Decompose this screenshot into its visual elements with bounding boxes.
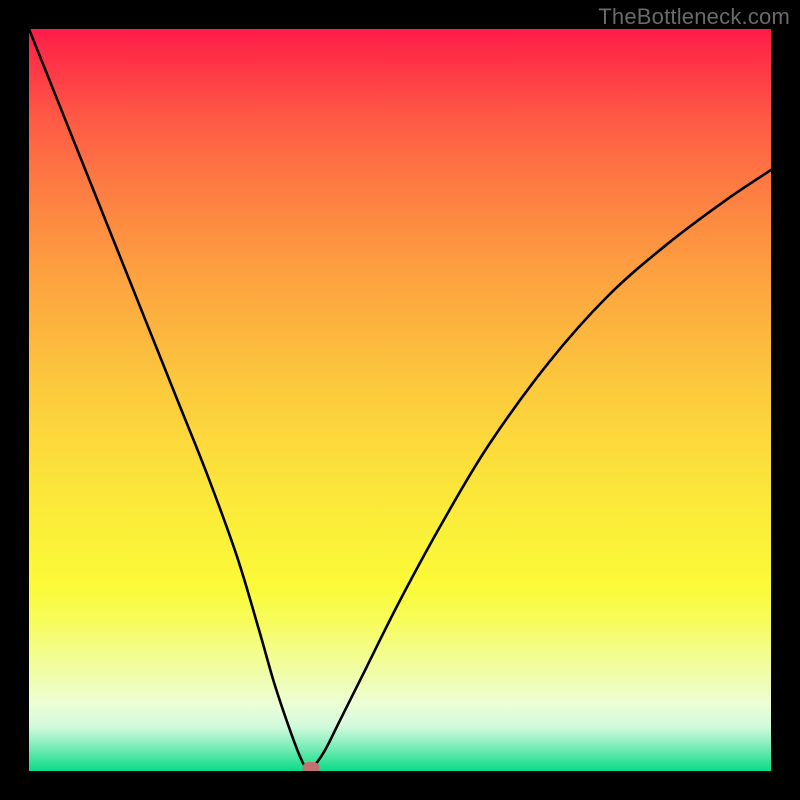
bottleneck-curve	[29, 29, 771, 769]
curve-svg	[29, 29, 771, 771]
chart-container: TheBottleneck.com	[0, 0, 800, 800]
watermark-text: TheBottleneck.com	[598, 4, 790, 30]
optimal-marker	[302, 762, 319, 771]
plot-area	[29, 29, 771, 771]
